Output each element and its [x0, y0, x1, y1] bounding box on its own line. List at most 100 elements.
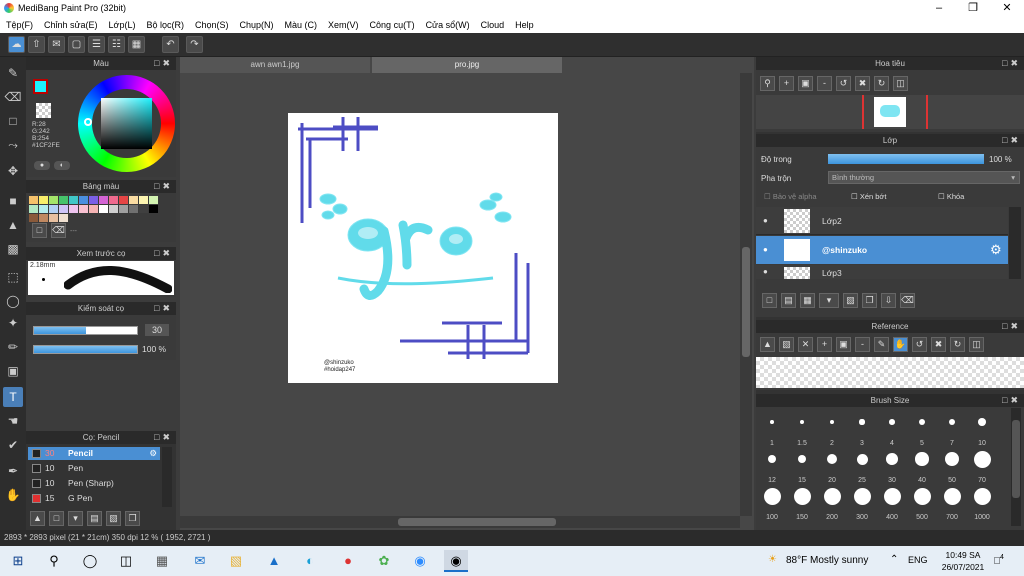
brush-size-option[interactable]: 1000 [967, 482, 997, 521]
app-green-icon[interactable]: ✿ [372, 550, 396, 572]
menu-select[interactable]: Chọn(S) [195, 20, 229, 30]
palette-swatch[interactable] [79, 196, 88, 204]
layer-row[interactable]: ● Lớp3 [756, 265, 1008, 279]
palette-swatch[interactable] [129, 205, 138, 213]
close-button[interactable]: ✕ [990, 0, 1024, 17]
task-view-icon[interactable]: ◫ [114, 550, 138, 572]
hue-handle[interactable] [84, 118, 92, 126]
chevron-up-icon[interactable]: ⌃ [890, 554, 898, 565]
delete-layer-icon[interactable]: ⌫ [900, 293, 915, 308]
flip-icon[interactable]: ✖ [931, 337, 946, 352]
menu-color[interactable]: Màu (C) [285, 20, 318, 30]
store-icon[interactable]: ▦ [150, 550, 174, 572]
fit-icon[interactable]: ▣ [836, 337, 851, 352]
brush-size-value[interactable]: 30 [145, 324, 169, 336]
panel-controls-icon[interactable]: □✖ [1002, 394, 1021, 407]
brush-size-option[interactable]: 2 [817, 408, 847, 447]
new-brush-icon[interactable]: □ [49, 511, 64, 526]
brush-size-option[interactable]: 100 [757, 482, 787, 521]
brush-size-option[interactable]: 4 [877, 408, 907, 447]
eye-icon[interactable]: ● [763, 216, 768, 225]
magic-wand-icon[interactable]: ✦ [3, 313, 23, 333]
minimize-button[interactable]: – [922, 0, 956, 17]
list-icon[interactable]: ☷ [108, 36, 125, 53]
palette-swatch[interactable] [29, 196, 38, 204]
new-palette-icon[interactable]: □ [32, 223, 47, 238]
menu-help[interactable]: Help [515, 20, 534, 30]
palette-swatch[interactable] [29, 205, 38, 213]
clock[interactable]: 10:49 SA 26/07/2021 [938, 549, 988, 573]
lock-checkbox[interactable]: ☐ Khóa [938, 192, 964, 201]
photos-icon[interactable]: ▲ [262, 550, 286, 572]
menu-filter[interactable]: Bộ lọc(R) [146, 20, 184, 30]
brush-size-option[interactable]: 7 [937, 408, 967, 447]
cortana-icon[interactable]: ◯ [78, 550, 102, 572]
palette-swatch[interactable] [149, 196, 158, 204]
palette-swatch[interactable] [79, 205, 88, 213]
brush-item[interactable]: 30 Pencil ⚙ [28, 447, 160, 460]
zoom-out-icon[interactable]: - [817, 76, 832, 91]
panel-controls-icon[interactable]: □✖ [154, 57, 173, 70]
palette-swatch[interactable] [89, 205, 98, 213]
hand-tool-icon[interactable]: ✋ [3, 485, 23, 505]
search-icon[interactable]: ⚲ [42, 550, 66, 572]
brush-size-option[interactable]: 20 [817, 445, 847, 484]
palette-swatch[interactable] [69, 205, 78, 213]
gear-icon[interactable]: ⚙ [990, 242, 1002, 258]
brush-folder-icon[interactable]: ▧ [106, 511, 121, 526]
layer-row-selected[interactable]: ● @shinzuko ⚙ [756, 236, 1008, 264]
mail-icon[interactable]: ✉ [188, 550, 212, 572]
palette-swatch[interactable] [59, 196, 68, 204]
fill-rect-icon[interactable]: ■ [3, 191, 23, 211]
brush-size-option[interactable]: 25 [847, 445, 877, 484]
dot-tool-icon[interactable]: □ [3, 111, 23, 131]
merge-layer-icon[interactable]: ⇩ [881, 293, 896, 308]
file-explorer-icon[interactable]: ▧ [224, 550, 248, 572]
page-icon[interactable]: ▢ [68, 36, 85, 53]
mirror-icon[interactable]: ◫ [893, 76, 908, 91]
brush-size-option[interactable]: 40 [907, 445, 937, 484]
brush-item[interactable]: 15 G Pen [28, 492, 160, 505]
line-tool-icon[interactable]: ⤳ [3, 135, 23, 155]
panel-controls-icon[interactable]: □✖ [154, 431, 173, 444]
eraser-tool-icon[interactable]: ⌫ [3, 87, 23, 107]
protect-alpha-checkbox[interactable]: ☐ Bảo vệ alpha [764, 192, 817, 201]
menu-edit[interactable]: Chỉnh sửa(E) [44, 20, 98, 30]
brush-size-option[interactable]: 12 [757, 445, 787, 484]
comment-icon[interactable]: ✉ [48, 36, 65, 53]
brush-item[interactable]: 10 Pen [28, 462, 160, 475]
palette-swatch[interactable] [49, 214, 58, 222]
reference-area[interactable] [756, 357, 1024, 388]
eyedropper-icon[interactable]: ✎ [874, 337, 889, 352]
brush-size-option[interactable]: 700 [937, 482, 967, 521]
zoom-in-icon[interactable]: + [817, 337, 832, 352]
panel-controls-icon[interactable]: □✖ [1002, 320, 1021, 333]
brush-size-option[interactable]: 10 [967, 408, 997, 447]
panel-controls-icon[interactable]: □✖ [1002, 134, 1021, 147]
canvas-paper[interactable]: @shinzuko #hoidap247 [288, 113, 558, 383]
brush-dup-icon[interactable]: ❐ [125, 511, 140, 526]
brush-size-option[interactable]: 1 [757, 408, 787, 447]
rotate-left-icon[interactable]: ↺ [836, 76, 851, 91]
layer-menu-icon[interactable]: ▾ [819, 293, 839, 308]
palette-swatch[interactable] [99, 205, 108, 213]
redo-icon[interactable]: ↷ [186, 36, 203, 53]
vertical-scrollbar[interactable] [740, 73, 752, 516]
menu-capture[interactable]: Chụp(N) [240, 20, 274, 30]
zoom-in-icon[interactable]: + [779, 76, 794, 91]
bucket-tool-icon[interactable]: ▲ [3, 215, 23, 235]
flip-icon[interactable]: ✖ [855, 76, 870, 91]
panel-controls-icon[interactable]: □✖ [154, 247, 173, 260]
zoom-out-icon[interactable]: - [855, 337, 870, 352]
eyedropper-tool-icon[interactable]: ✔ [3, 435, 23, 455]
palette-swatch[interactable] [89, 196, 98, 204]
weather-text[interactable]: 88°F Mostly sunny [786, 555, 868, 566]
clipping-checkbox[interactable]: ☐ Xén bớt [851, 192, 886, 201]
close-icon[interactable]: ✕ [798, 337, 813, 352]
medibang-taskbar-icon[interactable]: ◉ [444, 550, 468, 572]
menu-file[interactable]: Tệp(F) [6, 20, 33, 30]
brush-size-option[interactable]: 200 [817, 482, 847, 521]
eye-icon[interactable]: ● [763, 267, 768, 276]
brush-menu-icon[interactable]: ▾ [68, 511, 83, 526]
palette-swatch[interactable] [59, 205, 68, 213]
